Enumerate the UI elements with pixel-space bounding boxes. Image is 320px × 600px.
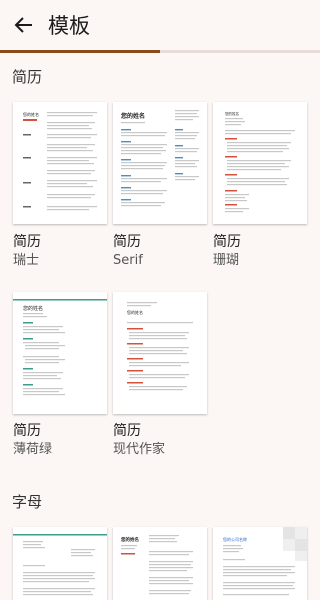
app-bar: 模板 <box>0 0 320 50</box>
template-card-swiss[interactable]: 您的姓名 <box>13 102 107 224</box>
preview-name: 您的姓名 <box>225 111 239 116</box>
progress-fill <box>0 50 160 53</box>
template-card-modern-writer[interactable]: 您的姓名 <box>113 292 207 414</box>
template-caption-coral: 简历 珊瑚 <box>213 234 241 269</box>
page-title: 模板 <box>48 14 90 38</box>
template-caption-serif: 简历 Serif <box>113 234 143 269</box>
template-caption-modern-writer: 简历 现代作家 <box>113 423 165 458</box>
template-kind: 简历 <box>213 234 241 250</box>
template-name: 现代作家 <box>113 442 166 457</box>
template-card-coral[interactable]: 您的姓名 <box>213 102 307 224</box>
template-card-mint[interactable]: 您的姓名 <box>13 292 107 414</box>
template-card-serif[interactable]: 您的姓名 <box>113 102 207 224</box>
preview-name: 您的姓名 <box>127 309 143 315</box>
template-kind: 简历 <box>113 234 141 250</box>
template-caption-swiss: 简历 瑞士 <box>13 234 41 269</box>
template-card-letter-1[interactable] <box>13 527 107 600</box>
template-name: Serif <box>113 253 143 268</box>
template-kind: 简历 <box>13 423 41 439</box>
preview-name: 您的姓名 <box>23 111 39 117</box>
section-title-letters: 字母 <box>12 493 43 511</box>
section-title-resume: 简历 <box>12 68 43 86</box>
preview-name: 您的姓名 <box>121 536 139 543</box>
template-kind: 简历 <box>13 234 41 250</box>
arrow-left-icon[interactable] <box>12 13 36 37</box>
template-card-letter-3[interactable]: 您的公司名称 <box>213 527 307 600</box>
preview-name: 您的姓名 <box>23 305 43 312</box>
template-name: 瑞士 <box>13 253 40 268</box>
template-caption-mint: 简历 薄荷绿 <box>13 423 52 458</box>
template-kind: 简历 <box>113 423 141 439</box>
preview-name: 您的姓名 <box>121 112 145 120</box>
loading-progress-bar <box>0 50 320 53</box>
template-name: 珊瑚 <box>213 253 240 268</box>
template-card-letter-2[interactable]: 您的姓名 <box>113 527 207 600</box>
preview-company-name: 您的公司名称 <box>223 536 247 542</box>
template-name: 薄荷绿 <box>13 442 53 457</box>
